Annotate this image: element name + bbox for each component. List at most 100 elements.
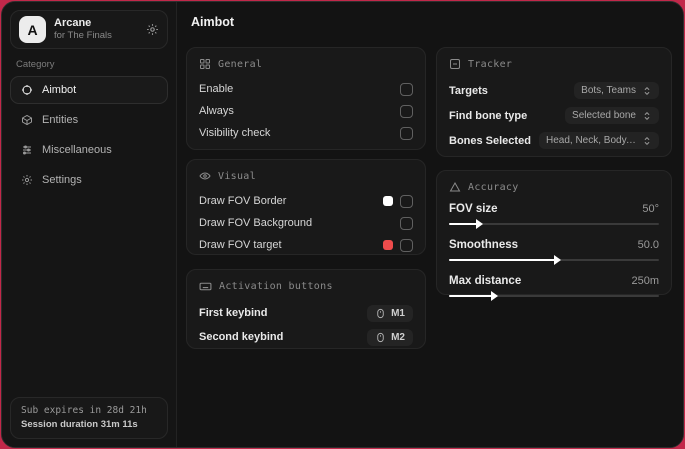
grid-icon [199, 58, 211, 70]
sidebar-item-miscellaneous[interactable]: Miscellaneous [10, 136, 168, 164]
setting-label: Smoothness [449, 239, 519, 251]
section-title: Tracker [468, 58, 513, 70]
setting-row-draw-fov-background: Draw FOV Background [199, 212, 413, 234]
sidebar-item-label: Entities [42, 114, 79, 126]
scan-box-icon [449, 58, 461, 70]
slider-thumb[interactable] [476, 219, 484, 229]
visibility-check-checkbox[interactable] [400, 126, 413, 140]
section-title: Accuracy [468, 181, 519, 193]
setting-row-targets: Targets Bots, Teams [449, 78, 659, 103]
app-subtitle: for The Finals [54, 30, 112, 41]
find-bone-type-dropdown[interactable]: Selected bone [565, 107, 659, 124]
mouse-icon [375, 308, 386, 319]
setting-row-max-distance: Max distance 250m [449, 273, 659, 301]
cube-icon [21, 114, 33, 126]
app-logo: A [19, 16, 46, 43]
setting-label: Always [199, 105, 234, 117]
accuracy-card: Accuracy FOV size 50° Smoothness 50.0 Ma… [436, 170, 672, 301]
always-checkbox[interactable] [400, 104, 413, 118]
gear-icon[interactable] [146, 23, 159, 36]
category-label: Category [16, 59, 55, 70]
setting-label: Draw FOV target [199, 239, 282, 251]
sub-expires-text: Sub expires in 28d 21h [21, 405, 147, 416]
setting-row-second-keybind: Second keybind M2 [199, 325, 413, 349]
keyboard-icon [199, 280, 212, 293]
sidebar-nav: Aimbot Entities Miscellaneous Settings [2, 76, 176, 194]
color-swatch-white[interactable] [383, 196, 393, 206]
setting-label: Bones Selected [449, 134, 531, 147]
tracker-card: Tracker Targets Bots, Teams Find bone ty… [436, 47, 672, 157]
app-header: A Arcane for The Finals [10, 10, 168, 49]
setting-row-bones-selected: Bones Selected Head, Neck, Body, Pe.. [449, 128, 659, 153]
sidebar-item-label: Aimbot [42, 84, 77, 96]
subscription-info: Sub expires in 28d 21h Session duration … [10, 397, 168, 439]
activation-card: Activation buttons First keybind M1 Seco… [186, 269, 426, 349]
eye-icon [199, 170, 211, 182]
sliders-icon [21, 144, 33, 156]
second-keybind-button[interactable]: M2 [367, 328, 413, 346]
setting-label: FOV size [449, 203, 498, 215]
setting-row-first-keybind: First keybind M1 [199, 301, 413, 325]
bones-selected-dropdown[interactable]: Head, Neck, Body, Pe.. [539, 132, 659, 149]
sidebar-item-label: Settings [42, 174, 82, 186]
sidebar-item-settings[interactable]: Settings [10, 166, 168, 194]
general-card: General Enable Always Visibility check [186, 47, 426, 150]
section-title: General [218, 58, 263, 70]
setting-label: Draw FOV Background [199, 217, 313, 229]
setting-label: Max distance [449, 275, 522, 287]
sidebar-item-label: Miscellaneous [42, 144, 112, 156]
first-keybind-button[interactable]: M1 [367, 304, 413, 322]
setting-row-visibility-check: Visibility check [199, 122, 413, 144]
crosshair-icon [21, 84, 33, 96]
chevrons-up-down-icon [642, 111, 652, 121]
app-name: Arcane [54, 17, 92, 29]
main-panel: Aimbot General Enable Always Visibility … [177, 2, 683, 447]
setting-row-draw-fov-border: Draw FOV Border [199, 190, 413, 212]
sidebar: A Arcane for The Finals Category Aimbot [2, 2, 177, 447]
draw-fov-background-checkbox[interactable] [400, 216, 413, 230]
color-swatch-red[interactable] [383, 240, 393, 250]
triangle-icon [449, 181, 461, 193]
keybind-value: M2 [391, 331, 405, 343]
setting-row-draw-fov-target: Draw FOV target [199, 234, 413, 256]
sidebar-item-entities[interactable]: Entities [10, 106, 168, 134]
slider-value: 50° [642, 203, 659, 215]
dropdown-value: Bots, Teams [581, 85, 636, 96]
gear-icon [21, 174, 33, 186]
slider-thumb[interactable] [554, 255, 562, 265]
fov-size-slider[interactable] [449, 219, 659, 229]
draw-fov-target-checkbox[interactable] [400, 238, 413, 252]
sidebar-item-aimbot[interactable]: Aimbot [10, 76, 168, 104]
targets-dropdown[interactable]: Bots, Teams [574, 82, 659, 99]
visual-card: Visual Draw FOV Border Draw FOV Backgrou… [186, 159, 426, 255]
draw-fov-border-checkbox[interactable] [400, 194, 413, 208]
enable-checkbox[interactable] [400, 82, 413, 96]
section-title: Activation buttons [219, 281, 333, 292]
page-title: Aimbot [191, 15, 235, 29]
setting-row-smoothness: Smoothness 50.0 [449, 237, 659, 265]
slider-value: 250m [631, 275, 659, 287]
app-window: A Arcane for The Finals Category Aimbot [1, 1, 684, 448]
setting-label: Find bone type [449, 109, 528, 122]
setting-label: Visibility check [199, 127, 271, 139]
keybind-value: M1 [391, 307, 405, 319]
setting-row-enable: Enable [199, 78, 413, 100]
session-duration-text: Session duration 31m 11s [21, 419, 138, 430]
dropdown-value: Selected bone [572, 110, 636, 121]
setting-row-find-bone-type: Find bone type Selected bone [449, 103, 659, 128]
chevrons-up-down-icon [642, 136, 652, 146]
dropdown-value: Head, Neck, Body, Pe.. [546, 135, 636, 146]
smoothness-slider[interactable] [449, 255, 659, 265]
slider-value: 50.0 [637, 239, 659, 251]
setting-label: Enable [199, 83, 234, 95]
setting-label: Targets [449, 84, 488, 97]
setting-row-fov-size: FOV size 50° [449, 201, 659, 229]
max-distance-slider[interactable] [449, 291, 659, 301]
setting-label: Second keybind [199, 331, 284, 343]
setting-row-always: Always [199, 100, 413, 122]
section-title: Visual [218, 170, 256, 182]
setting-label: First keybind [199, 307, 268, 319]
mouse-icon [375, 332, 386, 343]
slider-thumb[interactable] [491, 291, 499, 301]
chevrons-up-down-icon [642, 86, 652, 96]
